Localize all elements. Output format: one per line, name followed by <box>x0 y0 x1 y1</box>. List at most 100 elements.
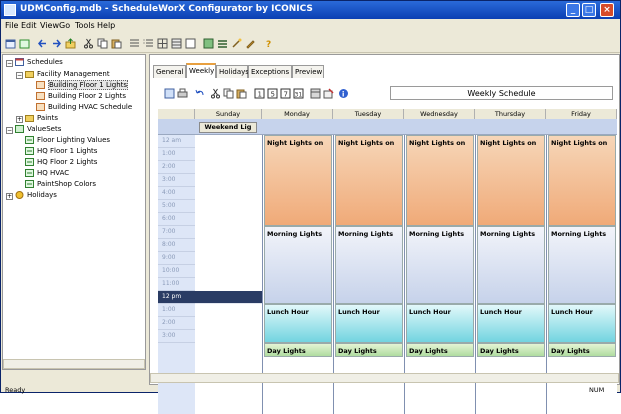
tree-item-valuesets[interactable]: ValueSets <box>15 125 61 135</box>
day-header-monday[interactable]: Monday <box>262 109 333 119</box>
print-icon[interactable] <box>177 88 188 99</box>
menu-edit[interactable]: Edit <box>21 21 37 30</box>
night-lights-event[interactable]: Night Lights on <box>548 135 616 226</box>
view-table-icon[interactable] <box>171 38 182 49</box>
menu-help[interactable]: Help <box>97 21 115 30</box>
copy-icon[interactable] <box>223 88 234 99</box>
edit-icon[interactable] <box>245 38 256 49</box>
tree-item-holidays[interactable]: Holidays <box>15 191 57 201</box>
tab-weekly[interactable]: Weekly <box>186 63 216 78</box>
tree-item-floor-lighting-values[interactable]: Floor Lighting Values <box>25 136 110 146</box>
view-list-icon[interactable] <box>143 38 154 49</box>
day-header-sunday[interactable]: Sunday <box>195 109 262 119</box>
day-header-wednesday[interactable]: Wednesday <box>404 109 475 119</box>
holiday-icon <box>15 191 24 199</box>
new-schedule-icon[interactable] <box>5 38 16 49</box>
valueset-tool-icon[interactable] <box>217 38 228 49</box>
forward-arrow-icon[interactable] <box>51 38 62 49</box>
minimize-button[interactable]: _ <box>566 3 580 17</box>
morning-lights-event[interactable]: Morning Lights <box>477 226 545 304</box>
day-view-icon[interactable]: 1 <box>254 88 265 99</box>
title-bar[interactable]: UDMConfig.mdb - ScheduleWorX Configurato… <box>1 1 620 19</box>
night-lights-event[interactable]: Night Lights on <box>264 135 332 226</box>
day-lights-event[interactable]: Day Lights <box>406 343 474 357</box>
tree-item-facility-management[interactable]: Facility Management <box>25 70 110 80</box>
schedule-tool-icon[interactable] <box>203 38 214 49</box>
editor-horizontal-scrollbar[interactable] <box>150 373 619 383</box>
view-grid-icon[interactable] <box>157 38 168 49</box>
lunch-hour-event[interactable]: Lunch Hour <box>477 304 545 343</box>
day-lights-event[interactable]: Day Lights <box>335 343 403 357</box>
new-valueset-icon[interactable] <box>19 38 30 49</box>
day-lights-event[interactable]: Day Lights <box>264 343 332 357</box>
tree-item-hq-hvac[interactable]: HQ HVAC <box>25 169 69 179</box>
cut-icon[interactable] <box>210 88 221 99</box>
schedule-icon <box>36 92 45 100</box>
copy-icon[interactable] <box>97 38 108 49</box>
menu-tools[interactable]: Tools <box>75 21 95 30</box>
tree-item-hq-floor-2-lights[interactable]: HQ Floor 2 Lights <box>25 158 97 168</box>
paste-icon[interactable] <box>236 88 247 99</box>
maximize-button[interactable]: □ <box>582 3 596 17</box>
workweek-view-icon[interactable]: 5 <box>267 88 278 99</box>
time-label: 1:00 <box>158 148 195 161</box>
tree-item-paints[interactable]: Paints <box>25 114 58 124</box>
day-header-friday[interactable]: Friday <box>546 109 617 119</box>
morning-lights-event[interactable]: Morning Lights <box>264 226 332 304</box>
valueset-icon <box>15 125 24 133</box>
view-details-icon[interactable] <box>129 38 140 49</box>
tab-exceptions[interactable]: Exceptions <box>248 65 292 78</box>
tab-general[interactable]: General <box>153 65 186 78</box>
tree-item-schedules[interactable]: Schedules <box>15 58 63 68</box>
week-view-icon[interactable]: 7 <box>280 88 291 99</box>
night-lights-event[interactable]: Night Lights on <box>335 135 403 226</box>
lunch-hour-event[interactable]: Lunch Hour <box>548 304 616 343</box>
tab-holidays[interactable]: Holidays <box>216 65 249 78</box>
tree-expand-holidays[interactable]: + <box>6 193 13 200</box>
tree-item-hq-floor-1-lights[interactable]: HQ Floor 1 Lights <box>25 147 97 157</box>
view-large-icon[interactable] <box>185 38 196 49</box>
tab-preview[interactable]: Preview <box>292 65 324 78</box>
menu-file[interactable]: File <box>5 21 18 30</box>
day-header-thursday[interactable]: Thursday <box>475 109 546 119</box>
info-icon[interactable]: i <box>338 88 349 99</box>
wizard-icon[interactable] <box>231 38 242 49</box>
tree-item-building-floor-1-lights[interactable]: Building Floor 1 Lights <box>36 80 129 91</box>
weekend-lights-event[interactable]: Weekend Lig <box>199 122 257 133</box>
time-label: 5:00 <box>158 200 195 213</box>
time-label: 12 am <box>158 135 195 148</box>
help-icon[interactable]: ? <box>263 38 274 49</box>
up-folder-icon[interactable] <box>65 38 76 49</box>
tree-item-building-floor-2-lights[interactable]: Building Floor 2 Lights <box>36 92 126 102</box>
back-arrow-icon[interactable] <box>37 38 48 49</box>
new-event-icon[interactable] <box>164 88 175 99</box>
undo-icon[interactable] <box>194 88 205 99</box>
tree-item-paintshop-colors[interactable]: PaintShop Colors <box>25 180 96 190</box>
day-header-tuesday[interactable]: Tuesday <box>333 109 404 119</box>
morning-lights-event[interactable]: Morning Lights <box>548 226 616 304</box>
paste-icon[interactable] <box>111 38 122 49</box>
selected-time-slot[interactable] <box>195 291 262 304</box>
menu-go[interactable]: Go <box>59 21 70 30</box>
lunch-hour-event[interactable]: Lunch Hour <box>264 304 332 343</box>
night-lights-event[interactable]: Night Lights on <box>406 135 474 226</box>
morning-lights-event[interactable]: Morning Lights <box>335 226 403 304</box>
night-lights-event[interactable]: Night Lights on <box>477 135 545 226</box>
tree-horizontal-scrollbar[interactable] <box>3 359 145 369</box>
properties-icon[interactable] <box>323 88 334 99</box>
cut-icon[interactable] <box>83 38 94 49</box>
calendar-view-icon[interactable] <box>310 88 321 99</box>
tree-collapse-facility[interactable]: − <box>16 72 23 79</box>
tree-collapse-schedules[interactable]: − <box>6 60 13 67</box>
day-lights-event[interactable]: Day Lights <box>477 343 545 357</box>
lunch-hour-event[interactable]: Lunch Hour <box>335 304 403 343</box>
tree-collapse-valuesets[interactable]: − <box>6 127 13 134</box>
month-view-icon[interactable]: 31 <box>293 88 304 99</box>
close-button[interactable]: × <box>600 3 614 17</box>
tree-expand-paints[interactable]: + <box>16 116 23 123</box>
day-lights-event[interactable]: Day Lights <box>548 343 616 357</box>
menu-view[interactable]: View <box>40 21 59 30</box>
tree-item-building-hvac-schedule[interactable]: Building HVAC Schedule <box>36 103 132 113</box>
lunch-hour-event[interactable]: Lunch Hour <box>406 304 474 343</box>
morning-lights-event[interactable]: Morning Lights <box>406 226 474 304</box>
